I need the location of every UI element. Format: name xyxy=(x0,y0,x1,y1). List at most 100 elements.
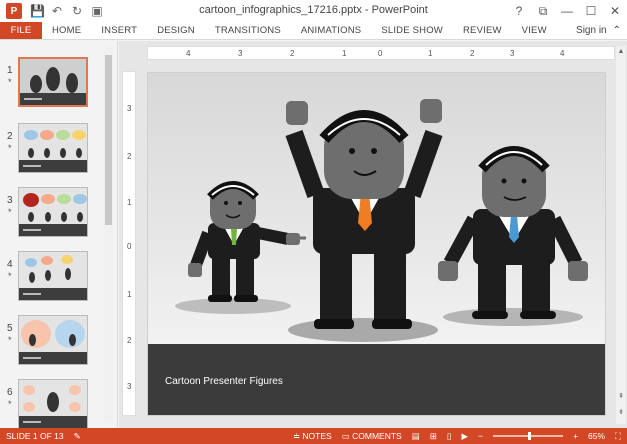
ruler-label: 2 xyxy=(127,152,132,161)
ruler-label: 3 xyxy=(510,49,515,58)
animation-star-icon: * xyxy=(8,271,12,281)
title-bar: P 💾 ↶ ↻ ▣ cartoon_infographics_17216.ppt… xyxy=(0,0,627,22)
window-controls: ? ⧉ — ☐ ✕ xyxy=(507,0,627,22)
previous-slide-icon[interactable]: ⇞ xyxy=(616,392,626,400)
slide-thumbnails-pane: 1 * 2 * 3 * 4 * 5 * 6 * xyxy=(0,41,118,431)
slide-canvas[interactable]: Cartoon Presenter Figures xyxy=(147,72,606,416)
figure-center-cheering xyxy=(285,99,443,329)
thumbnail-number: 4 xyxy=(7,259,13,270)
close-button[interactable]: ✕ xyxy=(603,0,627,22)
zoom-out-button[interactable]: − xyxy=(478,431,483,441)
floor-shadow xyxy=(443,308,583,326)
figure-right-standing xyxy=(438,146,588,319)
collapse-ribbon-icon[interactable]: ⌃ xyxy=(613,25,621,36)
comments-button[interactable]: ▭ COMMENTS xyxy=(342,431,402,442)
powerpoint-window: P 💾 ↶ ↻ ▣ cartoon_infographics_17216.ppt… xyxy=(0,0,627,444)
quick-access-toolbar: 💾 ↶ ↻ ▣ xyxy=(30,4,104,18)
slide-show-icon[interactable]: ▶ xyxy=(462,431,469,442)
thumbnail-slide-4[interactable]: 4 * xyxy=(0,247,100,303)
thumbnail-number: 1 xyxy=(7,65,13,76)
zoom-slider-knob[interactable] xyxy=(528,432,532,440)
slide-title-band: Cartoon Presenter Figures xyxy=(148,344,605,415)
animation-star-icon: * xyxy=(8,207,12,217)
animation-star-icon: * xyxy=(8,399,12,409)
slide-caption[interactable]: Cartoon Presenter Figures xyxy=(165,376,283,387)
thumbnail-number: 2 xyxy=(7,131,13,142)
zoom-slider[interactable] xyxy=(493,432,564,440)
sign-in-link[interactable]: Sign in xyxy=(576,25,607,36)
status-bar: SLIDE 1 OF 13 ✎ ≐ NOTES ▭ COMMENTS ▤ ⊞ ▯… xyxy=(0,428,627,444)
thumbnail-preview xyxy=(18,123,88,173)
floor-shadow xyxy=(288,318,438,342)
tab-insert[interactable]: INSERT xyxy=(91,22,147,39)
thumbnail-preview xyxy=(18,187,88,237)
tab-view[interactable]: VIEW xyxy=(512,22,557,39)
powerpoint-logo: P xyxy=(6,3,22,19)
animation-star-icon: * xyxy=(8,77,12,87)
ruler-label: 2 xyxy=(127,336,132,345)
editor-vertical-scrollbar[interactable]: ▲ ⇞ ⇟ xyxy=(616,46,626,424)
tab-transitions[interactable]: TRANSITIONS xyxy=(205,22,291,39)
tab-file[interactable]: FILE xyxy=(0,22,42,39)
ruler-label: 2 xyxy=(470,49,475,58)
thumbnail-slide-6[interactable]: 6 * xyxy=(0,375,100,431)
thumbnail-number: 6 xyxy=(7,387,13,398)
tab-design[interactable]: DESIGN xyxy=(147,22,205,39)
figure-left-pointing xyxy=(188,181,306,302)
ruler-label: 1 xyxy=(127,198,132,207)
zoom-level[interactable]: 65% xyxy=(588,431,605,441)
thumbnail-number: 5 xyxy=(7,323,13,334)
ruler-label: 1 xyxy=(428,49,433,58)
tab-home[interactable]: HOME xyxy=(42,22,91,39)
thumbnail-preview xyxy=(18,57,88,107)
ruler-label: 3 xyxy=(238,49,243,58)
ruler-label: 0 xyxy=(378,49,383,58)
reading-view-icon[interactable]: ▯ xyxy=(447,431,452,442)
fit-slide-icon[interactable]: ⛶ xyxy=(615,431,621,442)
thumbnail-number: 3 xyxy=(7,195,13,206)
ruler-label: 0 xyxy=(127,242,132,251)
minimize-button[interactable]: — xyxy=(555,0,579,22)
tab-slide-show[interactable]: SLIDE SHOW xyxy=(371,22,453,39)
notes-button[interactable]: ≐ NOTES xyxy=(293,431,332,442)
scroll-up-icon[interactable]: ▲ xyxy=(616,48,626,55)
slide-indicator: SLIDE 1 OF 13 xyxy=(6,431,64,441)
normal-view-icon[interactable]: ▤ xyxy=(412,431,420,442)
redo-icon[interactable]: ↻ xyxy=(70,4,84,18)
undo-icon[interactable]: ↶ xyxy=(50,4,64,18)
ruler-label: 1 xyxy=(127,290,132,299)
thumbnail-slide-1[interactable]: 1 * xyxy=(0,53,100,109)
ruler-label: 3 xyxy=(127,104,132,113)
thumbnails-scroll-thumb[interactable] xyxy=(105,55,112,225)
animation-star-icon: * xyxy=(8,143,12,153)
notes-label: NOTES xyxy=(302,430,332,441)
ruler-label: 4 xyxy=(186,49,191,58)
thumbnails-scrollbar[interactable] xyxy=(104,47,113,423)
start-from-beginning-icon[interactable]: ▣ xyxy=(90,4,104,18)
thumbnail-preview xyxy=(18,251,88,301)
thumbnail-slide-3[interactable]: 3 * xyxy=(0,183,100,239)
thumbnail-slide-5[interactable]: 5 * xyxy=(0,311,100,367)
slide-sorter-icon[interactable]: ⊞ xyxy=(430,431,437,442)
ruler-label: 2 xyxy=(290,49,295,58)
ribbon-tabs: FILE HOME INSERT DESIGN TRANSITIONS ANIM… xyxy=(0,22,627,40)
spell-check-icon[interactable]: ✎ xyxy=(74,431,81,442)
ruler-label: 4 xyxy=(560,49,565,58)
floor-shadow xyxy=(175,298,291,314)
tab-animations[interactable]: ANIMATIONS xyxy=(291,22,371,39)
next-slide-icon[interactable]: ⇟ xyxy=(616,408,626,416)
comments-label: COMMENTS xyxy=(352,430,402,441)
save-icon[interactable]: 💾 xyxy=(30,4,45,18)
ruler-label: 3 xyxy=(127,382,132,391)
horizontal-ruler: 4 3 2 1 0 1 2 3 4 xyxy=(147,46,615,60)
thumbnail-slide-2[interactable]: 2 * xyxy=(0,119,100,175)
zoom-in-button[interactable]: + xyxy=(573,431,578,441)
vertical-ruler: 3 2 1 0 1 2 3 xyxy=(122,71,136,416)
thumbnail-preview xyxy=(18,315,88,365)
thumbnail-preview xyxy=(18,379,88,429)
help-button[interactable]: ? xyxy=(507,0,531,22)
maximize-button[interactable]: ☐ xyxy=(579,0,603,22)
ribbon-display-options-button[interactable]: ⧉ xyxy=(531,0,555,22)
tab-review[interactable]: REVIEW xyxy=(453,22,512,39)
animation-star-icon: * xyxy=(8,335,12,345)
